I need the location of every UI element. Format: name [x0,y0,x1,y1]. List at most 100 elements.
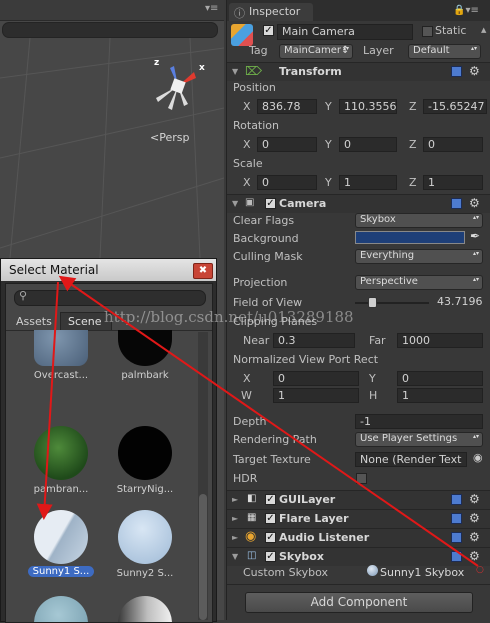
position-z-field[interactable]: -15.65247 [423,99,487,114]
material-thumb-silver[interactable] [118,596,172,622]
material-search-input[interactable]: ⚲ [14,289,206,306]
skybox-title: Skybox [279,550,324,563]
camera-enabled-checkbox[interactable]: ✓ [265,198,276,209]
tab-assets[interactable]: Assets [16,315,52,328]
viewport-h-field[interactable]: 1 [397,388,483,403]
eyedropper-icon[interactable]: ✒ [470,229,480,243]
tab-scene[interactable]: Scene [68,315,102,328]
persp-icon: < [150,131,160,144]
material-caption: StarryNig... [116,484,174,495]
skybox-header[interactable]: ▼ ◫ ✓ Skybox ⚙ [227,547,490,566]
help-icon[interactable] [451,494,462,505]
select-material-body: ⚲ Assets Scene Overcast... palmbark pamb… [5,283,213,623]
custom-skybox-field[interactable]: Sunny1 Skybox [380,566,464,579]
expand-arrow-icon[interactable]: ► [232,514,238,523]
scale-y-field[interactable]: 1 [339,175,397,190]
expand-arrow-icon[interactable]: ▼ [232,199,238,208]
material-thumb-pambranch[interactable] [34,426,88,480]
hdr-checkbox[interactable] [356,473,367,484]
audiolistener-enabled-checkbox[interactable]: ✓ [265,532,276,543]
position-y-field[interactable]: 110.3556 [339,99,397,114]
rotation-y-field[interactable]: 0 [339,137,397,152]
culling-mask-dropdown[interactable]: Everything [355,249,483,264]
expand-arrow-icon[interactable]: ► [232,533,238,542]
gear-icon[interactable]: ⚙ [469,492,480,506]
audio-listener-icon: ◉ [245,529,257,544]
gear-icon[interactable]: ⚙ [469,196,480,210]
projection-label[interactable]: <Persp [150,131,189,144]
depth-field[interactable]: -1 [355,414,483,429]
expand-arrow-icon[interactable]: ▼ [232,552,238,561]
object-name-field[interactable]: Main Camera [277,24,413,40]
clear-flags-dropdown[interactable]: Skybox [355,213,483,228]
target-texture-label: Target Texture [233,453,311,466]
axis-z-label: Z [409,138,417,151]
fov-value-field[interactable]: 43.7196 [433,295,487,310]
gear-icon[interactable]: ⚙ [469,530,480,544]
info-icon: ⓘ [234,7,245,20]
camera-title: Camera [279,197,327,210]
target-texture-field[interactable]: None (Render Text [355,452,467,467]
select-material-titlebar[interactable]: Select Material ✖ [1,259,216,281]
rotation-x-field[interactable]: 0 [257,137,317,152]
help-icon[interactable] [451,551,462,562]
expand-arrow-icon[interactable]: ► [232,495,238,504]
rotation-z-field[interactable]: 0 [423,137,483,152]
add-component-button[interactable]: Add Component [245,592,473,613]
material-thumb-sunny2[interactable] [118,510,172,564]
far-field[interactable]: 1000 [397,333,483,348]
help-icon[interactable] [451,513,462,524]
static-dropdown-icon[interactable]: ▲ [481,26,486,34]
flarelayer-header[interactable]: ► ▦ ✓ Flare Layer ⚙ [227,509,490,528]
close-icon[interactable]: ✖ [193,263,213,279]
transform-header[interactable]: ▼ ⌦ Transform ⚙ [227,62,490,81]
scale-z-field[interactable]: 1 [423,175,483,190]
material-thumb-cyan[interactable] [34,596,88,622]
material-sphere-icon [367,565,378,576]
fov-slider-knob[interactable] [368,297,378,308]
material-caption: palmbark [121,370,169,381]
help-icon[interactable] [451,532,462,543]
skybox-enabled-checkbox[interactable]: ✓ [265,551,276,562]
object-picker-icon[interactable]: ◉ [473,451,483,464]
scene-search-input[interactable] [2,22,218,38]
expand-arrow-icon[interactable]: ▼ [232,67,238,76]
viewport-y-field[interactable]: 0 [397,371,483,386]
projection-dropdown[interactable]: Perspective [355,275,483,290]
rendering-path-dropdown[interactable]: Use Player Settings [355,432,483,447]
position-x-field[interactable]: 836.78 [257,99,317,114]
layer-dropdown[interactable]: Default [408,44,481,59]
lock-icon[interactable]: 🔒▾≡ [453,5,479,16]
near-label: Near [243,334,270,347]
help-icon[interactable] [451,198,462,209]
background-label: Background [233,232,299,245]
tag-dropdown[interactable]: MainCamer↕ [279,44,353,59]
background-color-field[interactable] [355,231,465,244]
near-field[interactable]: 0.3 [273,333,355,348]
flarelayer-icon: ▦ [247,512,257,523]
gear-icon[interactable]: ⚙ [469,549,480,563]
material-thumb-starrynight[interactable] [118,426,172,480]
panel-menu-icon[interactable]: ▾≡ [205,3,218,14]
material-thumb-palmbark[interactable] [118,330,172,366]
gear-icon[interactable]: ⚙ [469,511,480,525]
fov-slider-track[interactable] [355,302,429,304]
scale-x-field[interactable]: 0 [257,175,317,190]
active-checkbox[interactable]: ✓ [263,25,274,36]
camera-header[interactable]: ▼ ▣ ✓ Camera ⚙ [227,194,490,213]
gear-icon[interactable]: ⚙ [469,64,480,78]
viewport-w-field[interactable]: 1 [273,388,359,403]
help-icon[interactable] [451,66,462,77]
guilayer-header[interactable]: ► ◧ ✓ GUILayer ⚙ [227,490,490,509]
material-thumb-overcast[interactable] [34,330,88,366]
audiolistener-header[interactable]: ► ◉ ✓ Audio Listener ⚙ [227,528,490,547]
scrollbar-thumb[interactable] [199,494,207,620]
object-picker-icon[interactable]: ○ [476,565,484,575]
material-caption-selected: Sunny1 S... [28,566,94,577]
tab-inspector[interactable]: ⓘ Inspector [229,3,313,21]
guilayer-enabled-checkbox[interactable]: ✓ [265,494,276,505]
viewport-x-field[interactable]: 0 [273,371,359,386]
flarelayer-enabled-checkbox[interactable]: ✓ [265,513,276,524]
static-checkbox[interactable] [422,26,433,37]
material-thumb-sunny1[interactable] [34,510,88,564]
